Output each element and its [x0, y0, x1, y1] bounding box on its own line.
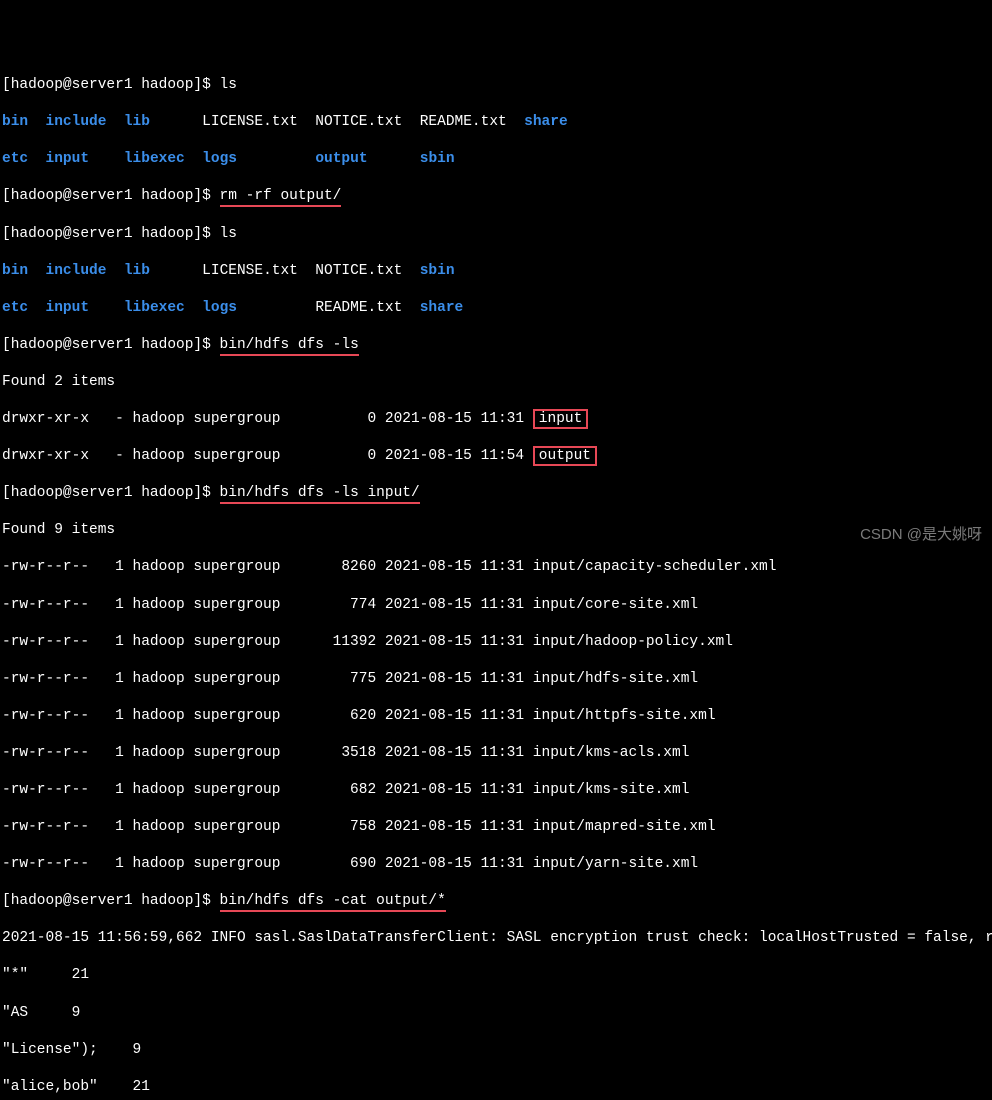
- shell-prompt: [hadoop@server1 hadoop]$: [2, 188, 220, 204]
- hdfs-file-row: -rw-r--r-- 1 hadoop supergroup 8260 2021…: [2, 558, 992, 577]
- dir-output: output: [315, 151, 367, 167]
- hdfs-meta: drwxr-xr-x - hadoop supergroup 0 2021-08…: [2, 448, 533, 464]
- hdfs-found: Found 9 items: [2, 521, 992, 540]
- hdfs-file-row: -rw-r--r-- 1 hadoop supergroup 774 2021-…: [2, 596, 992, 615]
- cat-output-row: "AS 9: [2, 1004, 992, 1023]
- watermark: CSDN @是大姚呀: [860, 525, 982, 544]
- dir-logs: logs: [202, 151, 237, 167]
- file-license: LICENSE.txt: [202, 114, 298, 130]
- file-readme: README.txt: [315, 300, 402, 316]
- hdfs-found: Found 2 items: [2, 373, 992, 392]
- dir-etc: etc: [2, 300, 28, 316]
- hdfs-file-row: -rw-r--r-- 1 hadoop supergroup 620 2021-…: [2, 707, 992, 726]
- dir-share: share: [420, 300, 464, 316]
- hdfs-file-row: -rw-r--r-- 1 hadoop supergroup 690 2021-…: [2, 855, 992, 874]
- dir-include: include: [46, 263, 107, 279]
- hdfs-row: drwxr-xr-x - hadoop supergroup 0 2021-08…: [2, 410, 992, 429]
- file-license: LICENSE.txt: [202, 263, 298, 279]
- ls-output-row: etc input libexec logs README.txt share: [2, 299, 992, 318]
- terminal-line[interactable]: [hadoop@server1 hadoop]$ bin/hdfs dfs -l…: [2, 484, 992, 503]
- shell-prompt: [hadoop@server1 hadoop]$: [2, 485, 220, 501]
- hdfs-file-row: -rw-r--r-- 1 hadoop supergroup 758 2021-…: [2, 818, 992, 837]
- dir-lib: lib: [124, 114, 150, 130]
- cat-output-row: "License"); 9: [2, 1041, 992, 1060]
- file-notice: NOTICE.txt: [315, 263, 402, 279]
- hdfs-name-input: input: [533, 409, 589, 429]
- terminal-line[interactable]: [hadoop@server1 hadoop]$ ls: [2, 76, 992, 95]
- hdfs-file-row: -rw-r--r-- 1 hadoop supergroup 11392 202…: [2, 633, 992, 652]
- command-hdfs-cat: bin/hdfs dfs -cat output/*: [220, 893, 446, 912]
- command-rm: rm -rf output/: [220, 188, 342, 207]
- dir-bin: bin: [2, 263, 28, 279]
- hdfs-file-row: -rw-r--r-- 1 hadoop supergroup 3518 2021…: [2, 744, 992, 763]
- cat-log-line: 2021-08-15 11:56:59,662 INFO sasl.SaslDa…: [2, 929, 992, 948]
- hdfs-meta: drwxr-xr-x - hadoop supergroup 0 2021-08…: [2, 411, 533, 427]
- dir-input: input: [46, 151, 90, 167]
- command-ls: ls: [220, 226, 237, 242]
- shell-prompt: [hadoop@server1 hadoop]$: [2, 226, 220, 242]
- terminal-line[interactable]: [hadoop@server1 hadoop]$ ls: [2, 225, 992, 244]
- shell-prompt: [hadoop@server1 hadoop]$: [2, 893, 220, 909]
- dir-etc: etc: [2, 151, 28, 167]
- dir-logs: logs: [202, 300, 237, 316]
- dir-sbin: sbin: [420, 263, 455, 279]
- cat-output-row: "*" 21: [2, 966, 992, 985]
- dir-bin: bin: [2, 114, 28, 130]
- dir-libexec: libexec: [124, 300, 185, 316]
- terminal-line[interactable]: [hadoop@server1 hadoop]$ bin/hdfs dfs -l…: [2, 336, 992, 355]
- dir-sbin: sbin: [420, 151, 455, 167]
- shell-prompt: [hadoop@server1 hadoop]$: [2, 337, 220, 353]
- ls-output-row: bin include lib LICENSE.txt NOTICE.txt s…: [2, 262, 992, 281]
- hdfs-file-row: -rw-r--r-- 1 hadoop supergroup 682 2021-…: [2, 781, 992, 800]
- ls-output-row: etc input libexec logs output sbin: [2, 150, 992, 169]
- dir-share: share: [524, 114, 568, 130]
- dir-include: include: [46, 114, 107, 130]
- terminal-line[interactable]: [hadoop@server1 hadoop]$ rm -rf output/: [2, 187, 992, 206]
- command-ls: ls: [220, 77, 237, 93]
- hdfs-name-output: output: [533, 446, 597, 466]
- file-notice: NOTICE.txt: [315, 114, 402, 130]
- command-hdfs-ls-input: bin/hdfs dfs -ls input/: [220, 485, 420, 504]
- ls-output-row: bin include lib LICENSE.txt NOTICE.txt R…: [2, 113, 992, 132]
- dir-input: input: [46, 300, 90, 316]
- file-readme: README.txt: [420, 114, 507, 130]
- shell-prompt: [hadoop@server1 hadoop]$: [2, 77, 220, 93]
- dir-lib: lib: [124, 263, 150, 279]
- hdfs-file-row: -rw-r--r-- 1 hadoop supergroup 775 2021-…: [2, 670, 992, 689]
- cat-output-row: "alice,bob" 21: [2, 1078, 992, 1097]
- hdfs-row: drwxr-xr-x - hadoop supergroup 0 2021-08…: [2, 447, 992, 466]
- terminal-line[interactable]: [hadoop@server1 hadoop]$ bin/hdfs dfs -c…: [2, 892, 992, 911]
- dir-libexec: libexec: [124, 151, 185, 167]
- command-hdfs-ls: bin/hdfs dfs -ls: [220, 337, 359, 356]
